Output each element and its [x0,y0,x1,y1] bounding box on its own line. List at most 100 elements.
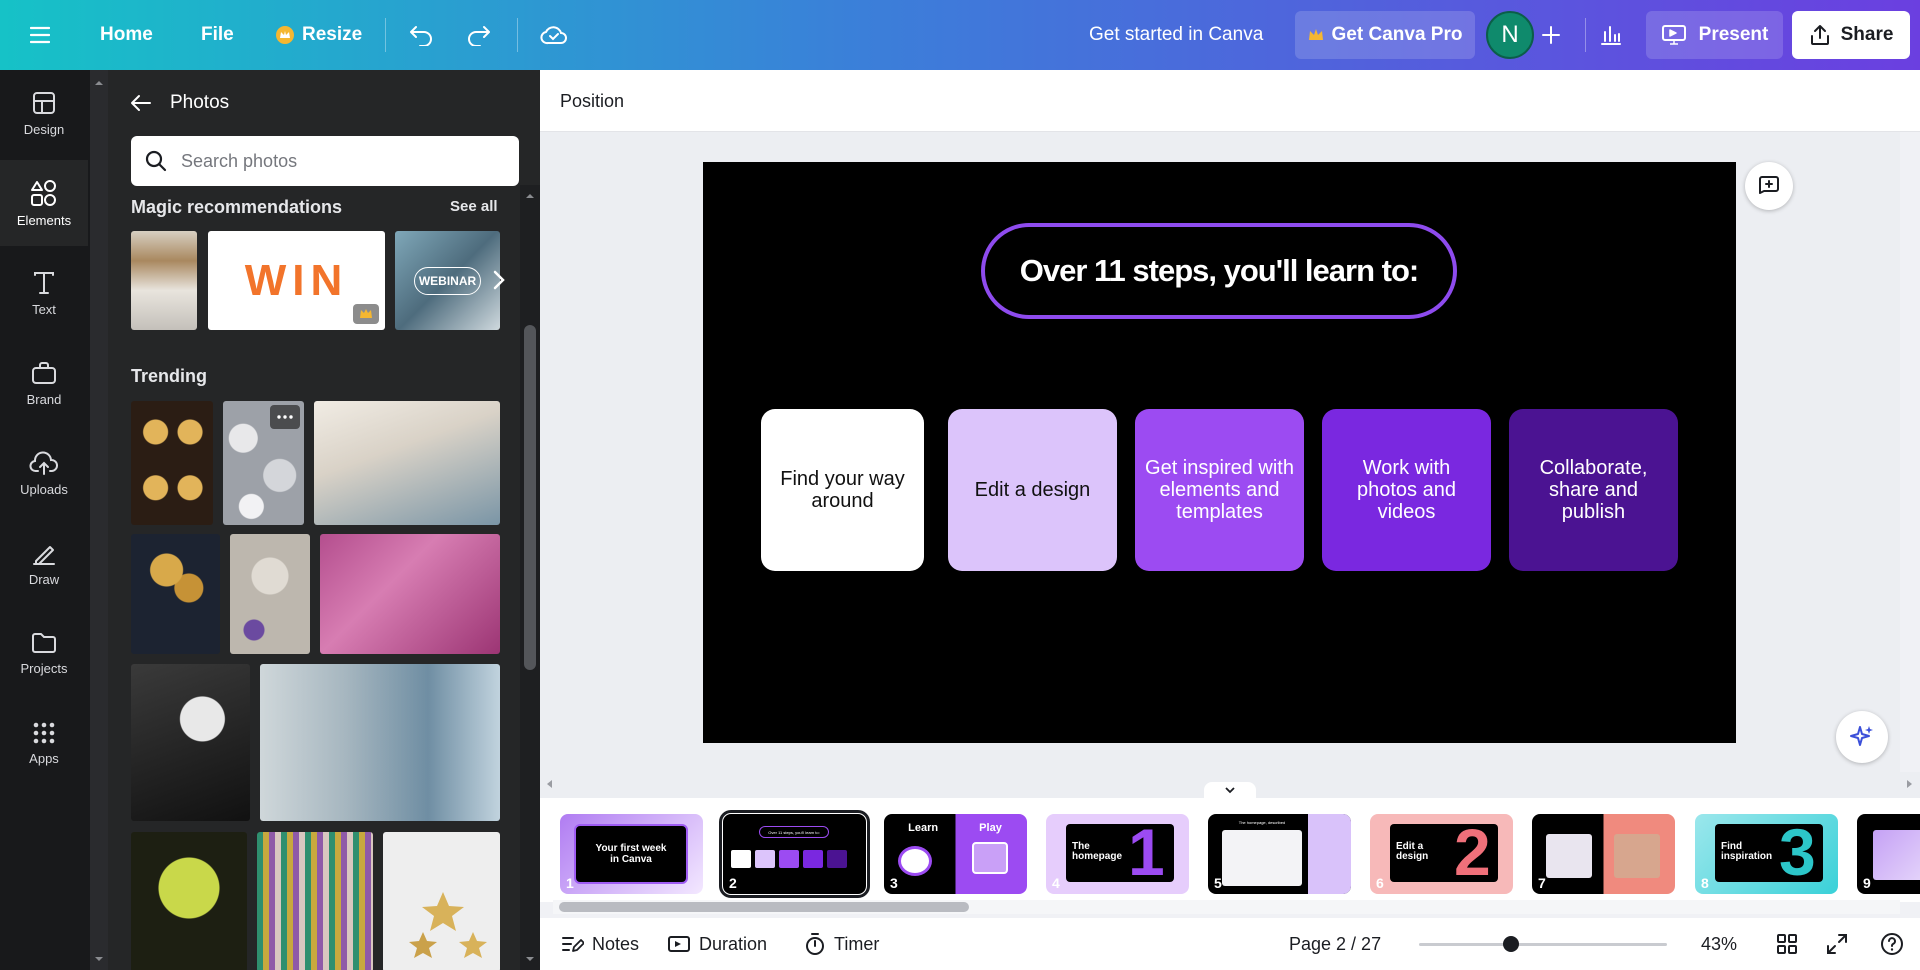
get-canva-pro-button[interactable]: Get Canva Pro [1295,11,1475,59]
carousel-next-icon[interactable] [492,269,506,291]
top-toolbar: Home File Resize Get started in Canva Ge… [0,0,1920,70]
win-letters: WIN [244,255,349,305]
see-all-link[interactable]: See all [450,198,498,215]
photo-thumbnail[interactable] [260,664,500,821]
rail-item-design[interactable]: Design [0,70,88,156]
photo-thumbnail[interactable] [131,231,197,330]
zoom-percentage[interactable]: 43% [1701,918,1737,970]
more-options-button[interactable] [270,405,300,429]
filmstrip-scroll-thumb[interactable] [559,902,969,912]
present-button[interactable]: Present [1646,11,1783,59]
rail-label: Text [32,301,56,317]
rail-item-elements[interactable]: Elements [0,160,88,246]
filmstrip-scrollbar[interactable] [553,900,1900,914]
page-thumbnail[interactable]: The homepage 1 4 [1046,814,1189,894]
page-thumbnail-text: Edit a design [1396,841,1429,862]
panel-scrollbar[interactable] [520,185,540,970]
page-thumbnail[interactable]: 9 [1857,814,1920,894]
back-arrow-icon[interactable] [130,94,152,112]
rail-item-projects[interactable]: Projects [0,610,88,696]
rail-scrollbar[interactable] [90,70,108,970]
cloud-save-button[interactable] [540,0,568,70]
hamburger-icon [30,26,50,44]
insights-button[interactable] [1599,0,1623,70]
position-button[interactable]: Position [560,91,624,112]
page-thumbnail-text: The homepage, described [1238,820,1286,825]
photo-thumbnail[interactable] [230,534,310,654]
photo-thumbnail[interactable] [314,401,500,525]
step-card[interactable]: Find your way around [761,409,924,571]
photo-thumbnail[interactable] [131,664,250,821]
briefcase-icon [32,361,56,384]
zoom-slider[interactable] [1419,936,1667,952]
fullscreen-button[interactable] [1826,918,1848,970]
page-thumbnail[interactable]: Find inspiration 3 8 [1695,814,1838,894]
page-thumbnail-text: Learn Play [908,822,1002,834]
divider [385,18,386,52]
slide-title[interactable]: Over 11 steps, you'll learn to: [981,223,1457,319]
home-button[interactable]: Home [100,0,153,70]
grid-view-button[interactable] [1776,918,1798,970]
home-label: Home [100,24,153,45]
rail-item-uploads[interactable]: Uploads [0,430,88,516]
page-thumbnail[interactable]: The homepage, described 5 [1208,814,1351,894]
photo-thumbnail[interactable] [320,534,500,654]
undo-button[interactable] [408,0,434,70]
help-icon [1881,933,1903,955]
photo-thumbnail[interactable] [383,832,500,970]
photo-thumbnail[interactable]: WEBINAR [395,231,500,330]
rail-item-brand[interactable]: Brand [0,340,88,426]
duration-button[interactable]: Duration [667,918,767,970]
timer-button[interactable]: Timer [804,918,879,970]
rail-item-draw[interactable]: Draw [0,520,88,606]
notes-button[interactable]: Notes [560,918,639,970]
scroll-thumb[interactable] [524,325,536,670]
zoom-slider-knob[interactable] [1502,936,1519,952]
photo-thumbnail[interactable] [131,832,247,970]
page-number: 6 [1376,875,1384,891]
present-label: Present [1698,24,1769,45]
photo-thumbnail[interactable] [131,534,220,654]
page-thumbnail[interactable]: Your first week in Canva 1 [560,814,703,894]
search-input[interactable]: Search photos [131,136,519,186]
step-card[interactable]: Work with photos and videos [1322,409,1491,571]
cloud-check-icon [540,26,567,45]
context-toolbar: Position [540,70,1920,132]
scroll-left-icon[interactable] [544,778,556,790]
stopwatch-icon [806,933,824,955]
menu-button[interactable] [30,0,50,70]
help-button[interactable] [1880,918,1904,970]
step-card[interactable]: Get inspired with elements and templates [1135,409,1304,571]
page-number: 9 [1863,875,1871,891]
get-started-link[interactable]: Get started in Canva [1089,0,1263,70]
left-rail: Design Elements Text Brand Uploads Draw … [0,70,90,970]
add-comment-button[interactable] [1745,162,1793,210]
page-number: 2 [729,875,737,891]
photo-thumbnail[interactable]: WIN [208,231,385,330]
page-thumbnail[interactable]: Edit a design 2 6 [1370,814,1513,894]
page-thumbnail-active[interactable]: Over 11 steps, you'll learn to: 2 [719,810,870,898]
photo-thumbnail[interactable] [131,401,213,525]
rail-item-text[interactable]: Text [0,250,88,336]
webinar-text: WEBINAR [413,266,482,295]
magic-assistant-button[interactable] [1836,711,1888,763]
photo-thumbnail[interactable] [223,401,304,525]
share-button[interactable]: Share [1792,11,1910,59]
sparkle-icon [1850,726,1873,746]
file-button[interactable]: File [201,0,234,70]
step-card[interactable]: Edit a design [948,409,1117,571]
step-card[interactable]: Collaborate, share and publish [1509,409,1678,571]
page-indicator[interactable]: Page 2 / 27 [1289,918,1381,970]
page-thumbnail[interactable]: 7 [1532,814,1675,894]
scroll-right-icon[interactable] [1903,778,1915,790]
avatar[interactable]: N [1486,11,1534,59]
rail-item-apps[interactable]: Apps [0,700,88,786]
resize-button[interactable]: Resize [276,0,362,70]
redo-button[interactable] [466,0,492,70]
slide-canvas[interactable]: Over 11 steps, you'll learn to: Find you… [703,162,1736,743]
page-thumbnail[interactable]: Learn Play 3 [884,814,1027,894]
get-started-label: Get started in Canva [1089,24,1264,45]
filmstrip-toggle[interactable] [1204,782,1256,798]
add-collaborator-button[interactable] [1541,0,1561,70]
photo-thumbnail[interactable] [257,832,373,970]
